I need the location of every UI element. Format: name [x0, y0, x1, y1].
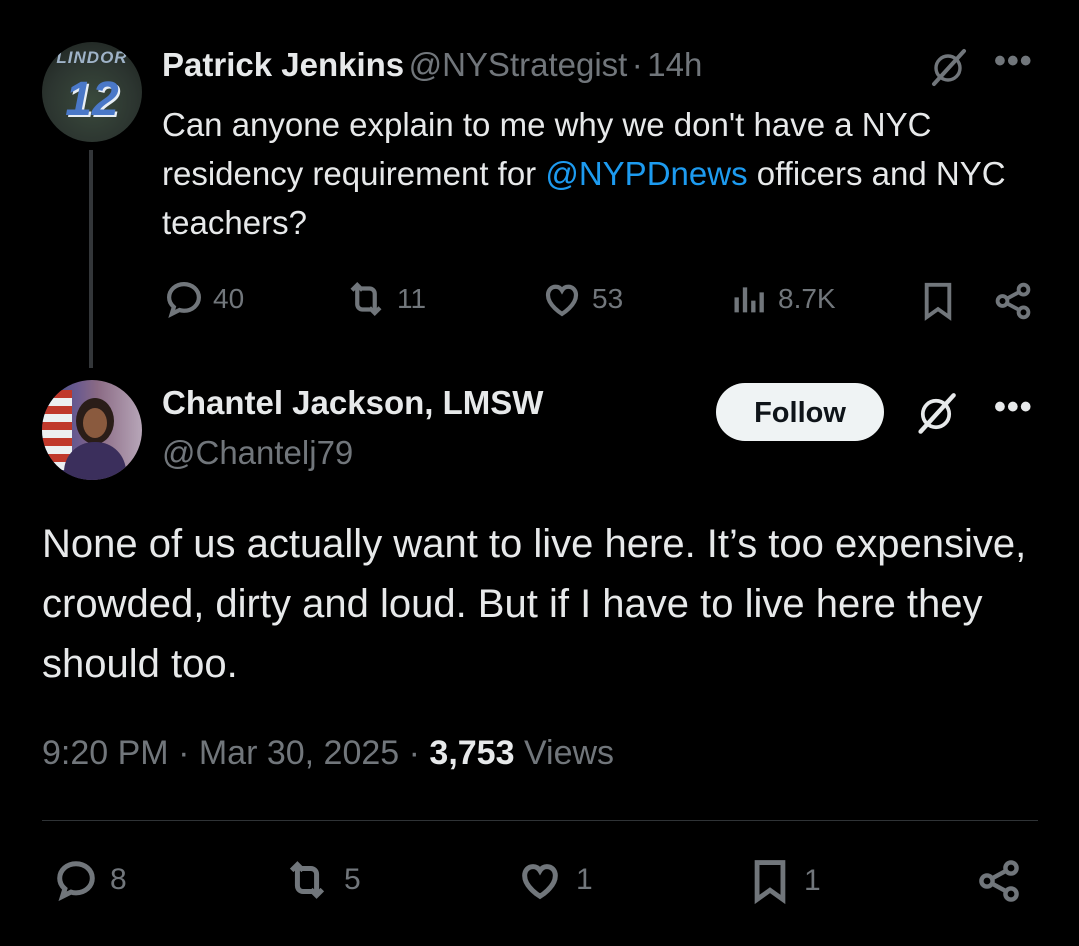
share-icon	[979, 860, 1019, 902]
tweet-time[interactable]: 14h	[647, 46, 702, 83]
repost-icon	[289, 861, 325, 899]
meta-separator: ·	[631, 46, 643, 83]
heart-icon	[522, 864, 558, 900]
reply-author-handle[interactable]: @Chantelj79	[162, 434, 353, 472]
tweet-timestamp[interactable]: 9:20 PM · Mar 30, 2025 ·	[42, 734, 429, 772]
reply-count: 40	[213, 283, 245, 314]
reply-icon	[57, 861, 95, 902]
grok-icon[interactable]	[928, 48, 968, 88]
author-name[interactable]: Patrick Jenkins	[162, 46, 404, 83]
repost-count: 5	[344, 863, 361, 896]
portrait-face	[83, 408, 107, 438]
more-options-icon[interactable]: •••	[994, 42, 1033, 81]
more-options-icon[interactable]: •••	[994, 388, 1033, 427]
bookmark-count: 1	[804, 864, 821, 897]
reply-button[interactable]: 40	[163, 278, 244, 320]
repost-count: 11	[397, 283, 427, 314]
follow-button[interactable]: Follow	[716, 383, 884, 441]
view-count: 8.7K	[778, 283, 836, 314]
share-button[interactable]	[974, 857, 1024, 910]
repost-icon	[350, 282, 382, 316]
repost-button[interactable]: 11	[343, 278, 426, 320]
reply-count: 8	[110, 863, 127, 896]
views-button[interactable]: 8.7K	[730, 278, 836, 320]
share-button[interactable]	[992, 280, 1034, 327]
like-button[interactable]: 53	[540, 278, 623, 320]
views-count: 3,753	[429, 734, 515, 772]
divider	[42, 820, 1038, 821]
tweet-timestamp-line: 9:20 PM · Mar 30, 2025 · 3,753 Views	[42, 734, 614, 773]
reply-icon	[167, 282, 201, 318]
jersey-number: 12	[65, 73, 119, 126]
portrait-body	[64, 442, 126, 480]
reply-button[interactable]: 8	[52, 857, 127, 903]
grok-icon[interactable]	[914, 392, 958, 436]
share-icon	[995, 282, 1031, 320]
like-count: 53	[592, 283, 624, 314]
thread-connector	[89, 150, 93, 368]
author-handle[interactable]: @NYStrategist	[409, 46, 628, 83]
avatar-patrick[interactable]: LINDOR 12	[42, 42, 142, 142]
bookmark-button[interactable]	[918, 280, 958, 327]
parent-tweet-text: Can anyone explain to me why we don't ha…	[162, 100, 1042, 247]
heart-icon	[545, 284, 579, 317]
like-count: 1	[576, 863, 593, 896]
bookmark-icon	[754, 860, 786, 905]
mention-link[interactable]: @NYPDnews	[545, 155, 747, 192]
bookmark-button[interactable]: 1	[746, 857, 821, 905]
jersey-name: LINDOR	[56, 48, 128, 67]
analytics-icon	[734, 287, 764, 313]
reply-author-name[interactable]: Chantel Jackson, LMSW	[162, 384, 543, 422]
views-label: Views	[514, 734, 615, 772]
repost-button[interactable]: 5	[280, 857, 361, 903]
avatar-chantel[interactable]	[42, 380, 142, 480]
parent-header: Patrick Jenkins @NYStrategist · 14h	[162, 46, 702, 84]
reply-tweet-text: None of us actually want to live here. I…	[42, 522, 1027, 686]
like-button[interactable]: 1	[514, 857, 593, 903]
bookmark-icon	[924, 282, 952, 321]
